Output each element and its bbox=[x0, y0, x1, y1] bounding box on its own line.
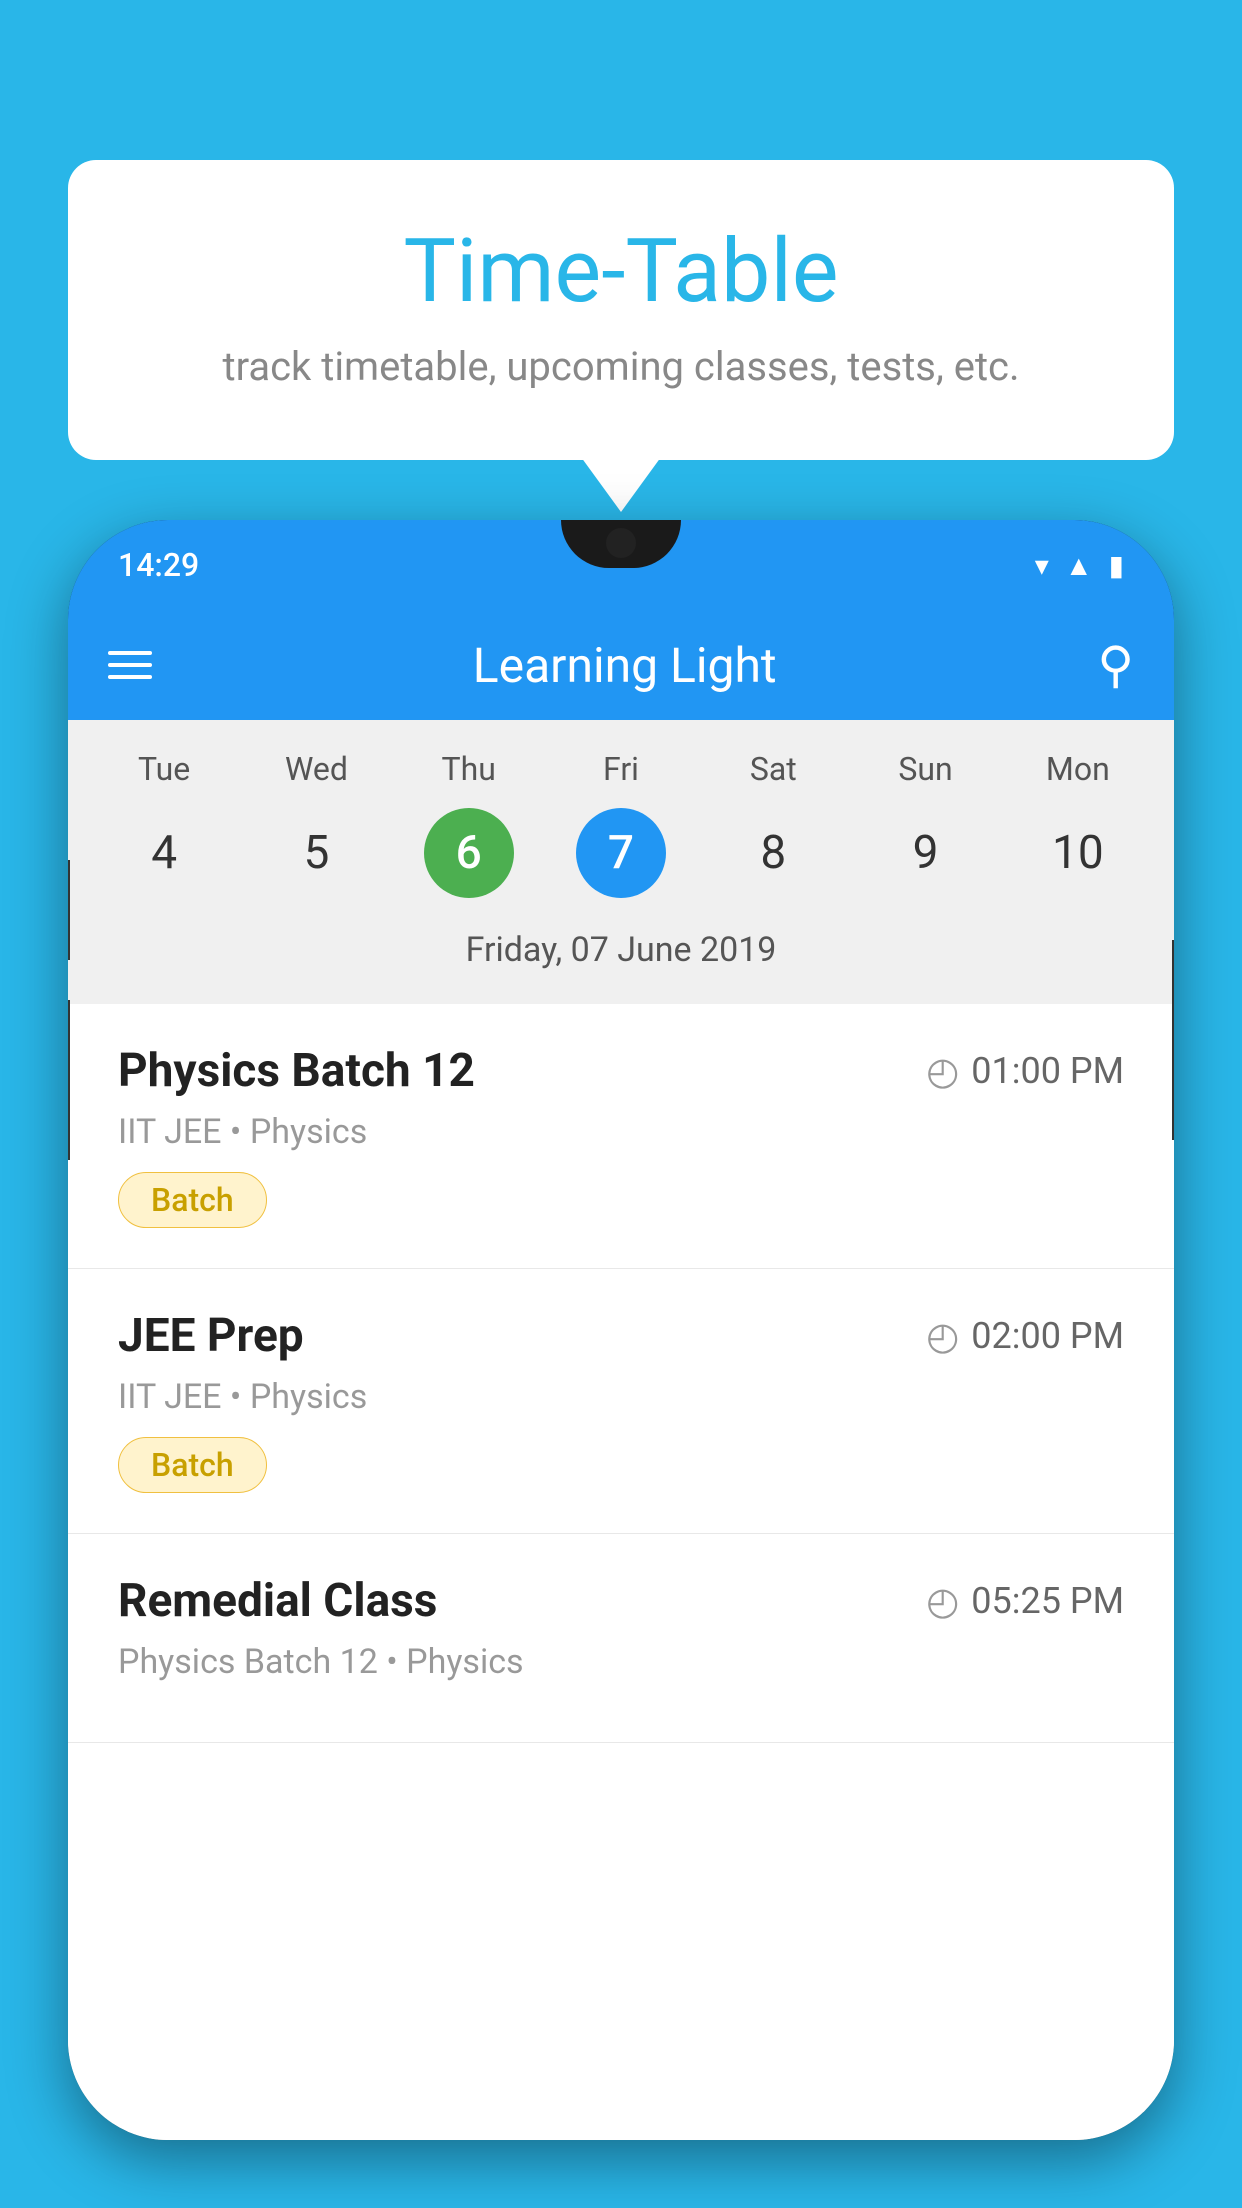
class-time-1: ◴ 01:00 PM bbox=[926, 1049, 1124, 1094]
class-meta-3: Physics Batch 12 • Physics bbox=[118, 1642, 1124, 1682]
class-item-2[interactable]: JEE Prep ◴ 02:00 PM IIT JEE • Physics Ba… bbox=[68, 1269, 1174, 1534]
side-button-power bbox=[1172, 940, 1174, 1140]
batch-badge-1: Batch bbox=[118, 1172, 267, 1228]
day-10[interactable]: 10 bbox=[1033, 808, 1123, 898]
signal-icon: ▲ bbox=[1065, 549, 1093, 582]
toolbar-title: Learning Light bbox=[192, 637, 1057, 694]
phone-notch bbox=[561, 520, 681, 568]
search-icon[interactable]: ⚲ bbox=[1097, 636, 1134, 695]
day-label-sat: Sat bbox=[697, 750, 849, 788]
phone-frame: 14:29 ▾ ▲ ▮ Learning Light ⚲ bbox=[68, 520, 1174, 2140]
status-time: 14:29 bbox=[118, 546, 199, 584]
class-time-value-1: 01:00 PM bbox=[971, 1050, 1124, 1092]
day-label-fri: Fri bbox=[545, 750, 697, 788]
phone-container: 14:29 ▾ ▲ ▮ Learning Light ⚲ bbox=[68, 520, 1174, 2208]
class-time-value-3: 05:25 PM bbox=[971, 1580, 1124, 1622]
class-item-3[interactable]: Remedial Class ◴ 05:25 PM Physics Batch … bbox=[68, 1534, 1174, 1743]
card-title: Time-Table bbox=[148, 220, 1094, 323]
day-label-thu: Thu bbox=[393, 750, 545, 788]
class-item-1[interactable]: Physics Batch 12 ◴ 01:00 PM IIT JEE • Ph… bbox=[68, 1004, 1174, 1269]
front-camera bbox=[606, 528, 636, 558]
status-icons: ▾ ▲ ▮ bbox=[1035, 549, 1124, 582]
class-time-2: ◴ 02:00 PM bbox=[926, 1314, 1124, 1359]
class-item-3-header: Remedial Class ◴ 05:25 PM bbox=[118, 1574, 1124, 1628]
class-time-3: ◴ 05:25 PM bbox=[926, 1579, 1124, 1624]
menu-icon[interactable] bbox=[108, 651, 152, 679]
class-meta-2: IIT JEE • Physics bbox=[118, 1377, 1124, 1417]
day-labels: Tue Wed Thu Fri Sat Sun Mon bbox=[68, 740, 1174, 798]
status-bar: 14:29 ▾ ▲ ▮ bbox=[68, 520, 1174, 610]
calendar-week: Tue Wed Thu Fri Sat Sun Mon 4 5 6 7 8 9 … bbox=[68, 720, 1174, 1004]
clock-icon-1: ◴ bbox=[926, 1049, 959, 1094]
selected-date-label: Friday, 07 June 2019 bbox=[68, 918, 1174, 994]
day-8[interactable]: 8 bbox=[728, 808, 818, 898]
clock-icon-3: ◴ bbox=[926, 1579, 959, 1624]
class-name-2: JEE Prep bbox=[118, 1309, 304, 1363]
day-9[interactable]: 9 bbox=[881, 808, 971, 898]
class-item-2-header: JEE Prep ◴ 02:00 PM bbox=[118, 1309, 1124, 1363]
wifi-icon: ▾ bbox=[1035, 549, 1049, 582]
day-label-tue: Tue bbox=[88, 750, 240, 788]
side-button-volume-down bbox=[68, 1000, 70, 1160]
class-item-1-header: Physics Batch 12 ◴ 01:00 PM bbox=[118, 1044, 1124, 1098]
phone-screen: Tue Wed Thu Fri Sat Sun Mon 4 5 6 7 8 9 … bbox=[68, 720, 1174, 2140]
class-name-1: Physics Batch 12 bbox=[118, 1044, 475, 1098]
class-meta-1: IIT JEE • Physics bbox=[118, 1112, 1124, 1152]
side-button-volume-up bbox=[68, 860, 70, 960]
day-numbers: 4 5 6 7 8 9 10 bbox=[68, 798, 1174, 918]
class-time-value-2: 02:00 PM bbox=[971, 1315, 1124, 1357]
day-4[interactable]: 4 bbox=[119, 808, 209, 898]
tooltip-card: Time-Table track timetable, upcoming cla… bbox=[68, 160, 1174, 460]
day-label-sun: Sun bbox=[849, 750, 1001, 788]
day-label-wed: Wed bbox=[240, 750, 392, 788]
day-5[interactable]: 5 bbox=[271, 808, 361, 898]
card-subtitle: track timetable, upcoming classes, tests… bbox=[148, 343, 1094, 390]
day-7-selected[interactable]: 7 bbox=[576, 808, 666, 898]
day-label-mon: Mon bbox=[1002, 750, 1154, 788]
battery-icon: ▮ bbox=[1109, 549, 1124, 582]
clock-icon-2: ◴ bbox=[926, 1314, 959, 1359]
batch-badge-2: Batch bbox=[118, 1437, 267, 1493]
class-list: Physics Batch 12 ◴ 01:00 PM IIT JEE • Ph… bbox=[68, 1004, 1174, 2140]
app-toolbar: Learning Light ⚲ bbox=[68, 610, 1174, 720]
class-name-3: Remedial Class bbox=[118, 1574, 437, 1628]
day-6-today[interactable]: 6 bbox=[424, 808, 514, 898]
